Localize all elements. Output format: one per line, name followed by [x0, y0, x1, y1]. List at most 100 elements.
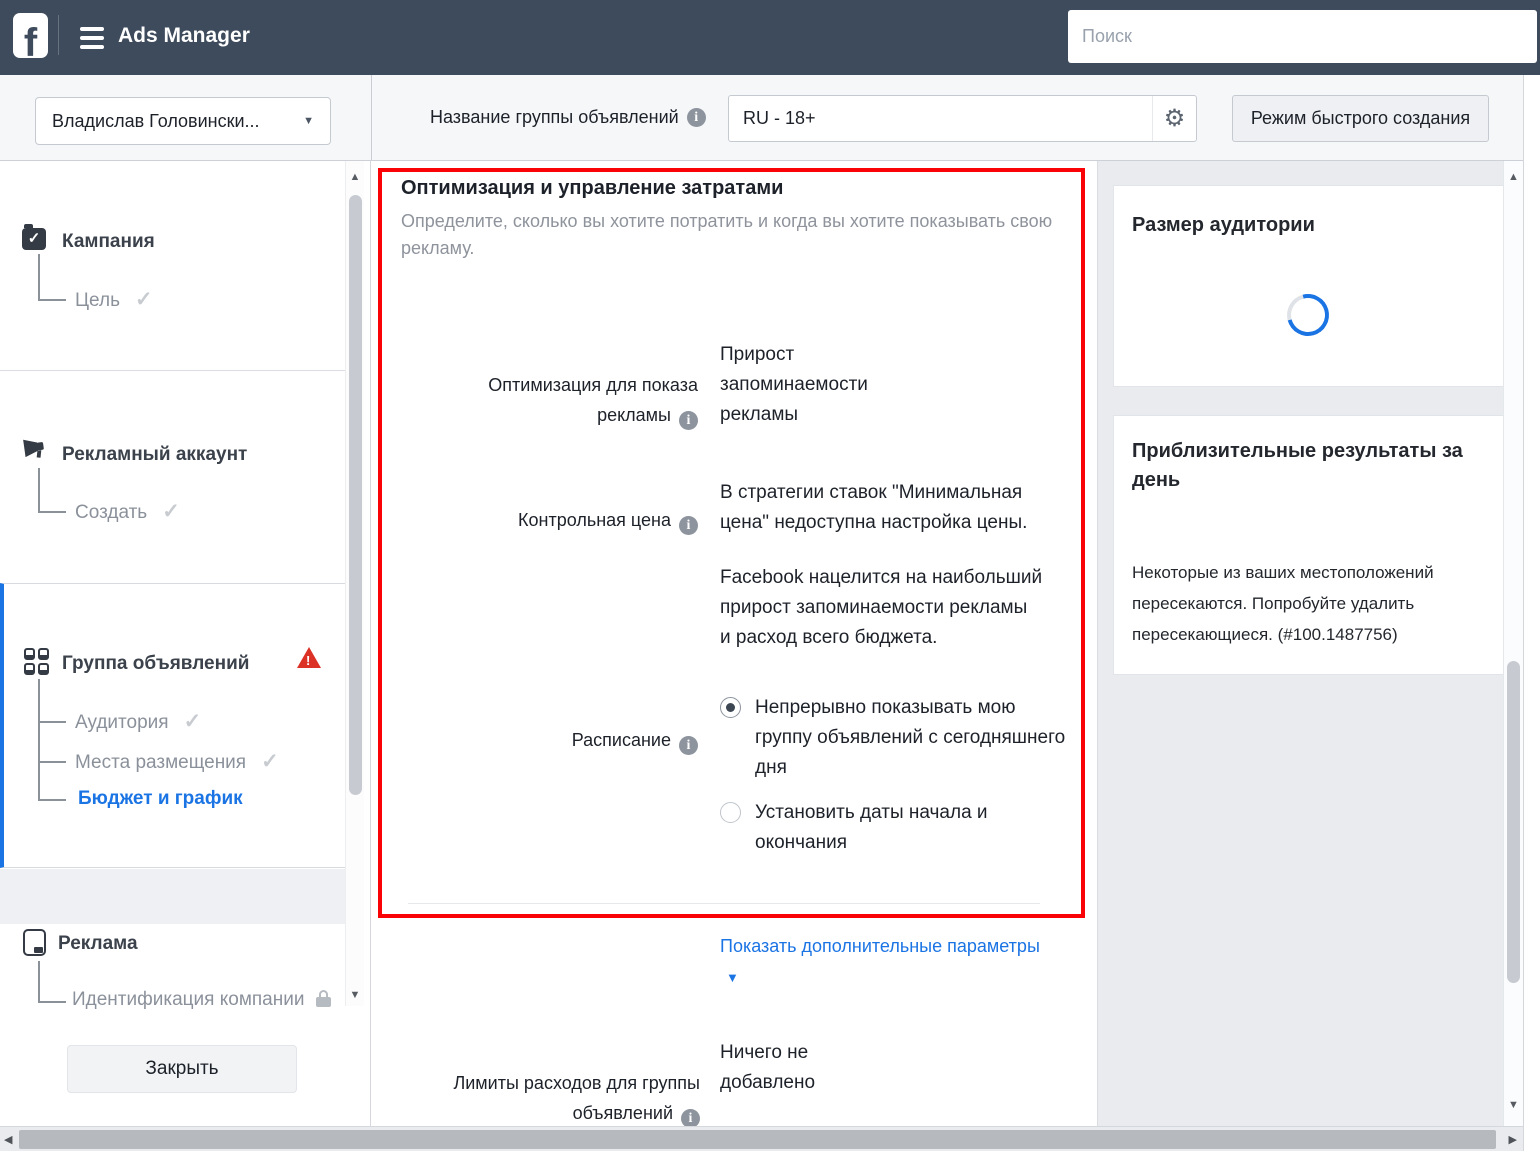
- sidebar-scrollbar[interactable]: ▲ ▼: [345, 161, 364, 1006]
- info-icon[interactable]: i: [679, 736, 698, 755]
- radio-label: Установить даты начала и окончания: [755, 798, 988, 858]
- cost-control-paragraph-2: Facebook нацелится на наибольший прирост…: [720, 563, 1042, 653]
- schedule-label: Расписание i: [398, 695, 698, 755]
- estimated-results-title: Приблизительные результаты за день: [1132, 437, 1503, 495]
- menu-icon[interactable]: [80, 27, 104, 49]
- field-label-text: Лимиты расходов для группы объявлений: [453, 1073, 700, 1123]
- radio-button-selected[interactable]: [720, 697, 741, 718]
- field-label-text: Контрольная цена: [518, 510, 671, 530]
- campaign-icon: ✓: [22, 228, 46, 250]
- sidebar-item-audience[interactable]: Аудитория ✓: [75, 709, 201, 734]
- sidebar-item-goal[interactable]: Цель ✓: [75, 287, 153, 312]
- loading-spinner-icon: [1279, 286, 1336, 343]
- sidebar-navigation: ✓ Кампания Цель ✓ Рекламный аккаунт Созда…: [0, 161, 371, 1126]
- adset-name-label: Название группы объявлений i: [430, 75, 706, 160]
- search-input[interactable]: [1068, 10, 1537, 63]
- adset-name-label-text: Название группы объявлений: [430, 107, 679, 128]
- ad-set-grid-icon: [24, 648, 49, 675]
- tree-connector: [38, 254, 40, 301]
- horizontal-scrollbar[interactable]: ◀ ▶: [0, 1126, 1523, 1151]
- scroll-down-icon[interactable]: ▼: [1504, 1099, 1523, 1111]
- info-icon[interactable]: i: [679, 516, 698, 535]
- tree-connector: [38, 1001, 66, 1003]
- close-button[interactable]: Закрыть: [67, 1045, 297, 1093]
- field-label-text: Оптимизация для показа рекламы: [488, 375, 698, 425]
- sidebar-item-campaign[interactable]: Кампания: [62, 231, 155, 253]
- sidebar-item-ad-account[interactable]: Рекламный аккаунт: [62, 444, 247, 466]
- account-name: Владислав Головински...: [52, 111, 260, 132]
- info-icon[interactable]: i: [679, 411, 698, 430]
- sidebar-item-create[interactable]: Создать ✓: [75, 499, 180, 524]
- toolbar: Владислав Головински... ▼ Название групп…: [0, 75, 1540, 161]
- check-icon: ✓: [261, 750, 279, 773]
- scroll-down-icon[interactable]: ▼: [346, 989, 364, 1001]
- info-icon[interactable]: i: [687, 108, 706, 127]
- check-icon: ✓: [184, 710, 202, 733]
- sidebar-item-label: Идентификация компании: [72, 989, 304, 1010]
- app-title: Ads Manager: [118, 24, 250, 48]
- facebook-logo-icon[interactable]: f: [13, 13, 48, 58]
- audience-size-card: Размер аудитории: [1113, 185, 1504, 387]
- tree-connector: [38, 299, 66, 301]
- tree-connector: [38, 679, 40, 801]
- quick-creation-mode-button[interactable]: Режим быстрого создания: [1232, 95, 1489, 142]
- divider: [408, 903, 1040, 904]
- top-navigation-bar: f Ads Manager: [0, 0, 1540, 75]
- scroll-left-icon[interactable]: ◀: [4, 1133, 12, 1146]
- scrollbar-thumb[interactable]: [349, 195, 362, 795]
- radio-button-unselected[interactable]: [720, 802, 741, 823]
- section-description: Определите, сколько вы хотите потратить …: [401, 208, 1052, 262]
- adset-name-input[interactable]: [729, 96, 1196, 141]
- scrollbar-thumb[interactable]: [1507, 661, 1520, 983]
- divider: [371, 75, 372, 160]
- account-selector[interactable]: Владислав Головински... ▼: [35, 97, 331, 145]
- schedule-option-dates[interactable]: Установить даты начала и окончания: [720, 798, 988, 858]
- megaphone-icon: [18, 434, 50, 466]
- show-more-parameters-link[interactable]: Показать дополнительные параметры: [720, 936, 1040, 957]
- main-content: Оптимизация и управление затратами Опред…: [372, 161, 1097, 1126]
- scroll-up-icon[interactable]: ▲: [1504, 171, 1523, 183]
- cost-control-label: Контрольная цена i: [398, 475, 698, 535]
- cost-control-paragraph-1: В стратегии ставок "Минимальная цена" не…: [720, 478, 1027, 538]
- sidebar-item-label: Места размещения: [75, 752, 246, 773]
- audience-size-title: Размер аудитории: [1132, 211, 1503, 240]
- tree-connector: [38, 468, 40, 513]
- sidebar-item-label: Цель: [75, 290, 120, 311]
- gear-icon[interactable]: ⚙: [1152, 96, 1196, 141]
- scroll-right-icon[interactable]: ▶: [1509, 1133, 1517, 1146]
- content-scrollbar[interactable]: ▲ ▼: [1503, 161, 1523, 1126]
- sidebar-item-budget-schedule[interactable]: Бюджет и график: [78, 788, 243, 810]
- chevron-down-icon: ▼: [303, 115, 314, 127]
- tree-connector: [38, 961, 40, 1003]
- sidebar-item-label: Аудитория: [75, 712, 169, 733]
- ad-device-icon: [23, 929, 46, 956]
- optimization-value: Прирост запоминаемости рекламы: [720, 340, 868, 430]
- spend-limits-label: Лимиты расходов для группы объявленийi: [400, 1038, 700, 1128]
- sidebar-item-company-identity[interactable]: Идентификация компании: [72, 989, 331, 1011]
- scroll-up-icon[interactable]: ▲: [346, 171, 364, 183]
- field-label-text: Расписание: [572, 730, 671, 750]
- check-icon: ✓: [135, 288, 153, 311]
- chevron-down-icon[interactable]: ▼: [726, 970, 739, 985]
- divider: [58, 15, 59, 55]
- browser-scrollbar-strip: [1523, 75, 1540, 1151]
- check-icon: ✓: [162, 500, 180, 523]
- sidebar-item-label: Создать: [75, 502, 147, 523]
- sidebar-item-placements[interactable]: Места размещения ✓: [75, 749, 279, 774]
- lock-icon: [316, 990, 331, 1007]
- schedule-option-continuous[interactable]: Непрерывно показывать мою группу объявле…: [720, 693, 1065, 783]
- right-panel: Размер аудитории Приблизительные результ…: [1097, 161, 1503, 1126]
- tree-connector: [38, 511, 66, 513]
- section-gap: [0, 869, 346, 924]
- sidebar-item-ad-set[interactable]: Группа объявлений: [62, 653, 249, 675]
- tree-connector: [38, 799, 66, 801]
- spend-limits-value: Ничего не добавлено: [720, 1038, 815, 1098]
- radio-label: Непрерывно показывать мою группу объявле…: [755, 693, 1065, 783]
- optimization-label: Оптимизация для показа рекламыi: [398, 340, 698, 430]
- adset-name-field: ⚙: [728, 95, 1197, 142]
- sidebar-item-ad[interactable]: Реклама: [58, 933, 138, 955]
- scrollbar-thumb[interactable]: [19, 1130, 1496, 1149]
- tree-connector: [38, 761, 66, 763]
- estimated-results-card: Приблизительные результаты за день Некот…: [1113, 415, 1504, 675]
- warning-icon: !: [297, 647, 321, 668]
